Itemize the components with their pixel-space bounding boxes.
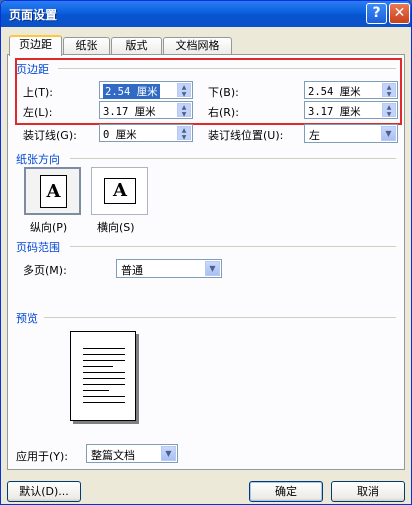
preview-group-label: 预览 [16, 312, 38, 325]
bottom-margin-spinner[interactable]: 2.54 厘米 ▲ ▼ [304, 81, 398, 99]
gutter-position-label: 装订线位置(U): [208, 129, 284, 142]
group-divider [70, 246, 396, 247]
chevron-down-icon[interactable]: ▼ [161, 446, 176, 461]
close-button[interactable]: ✕ [389, 3, 410, 24]
group-divider [70, 158, 396, 159]
default-button[interactable]: 默认(D)... [7, 481, 81, 502]
top-margin-spinner[interactable]: 2.54 厘米 ▲ ▼ [99, 81, 193, 99]
left-margin-value[interactable]: 3.17 厘米 [103, 104, 156, 119]
top-margin-value[interactable]: 2.54 厘米 [103, 84, 160, 99]
page-setup-dialog: 页面设置 ? ✕ 页边距 纸张 版式 文档网格 页边距 上(T): 2.54 厘… [0, 0, 412, 505]
multiple-pages-select[interactable]: 普通 ▼ [116, 259, 222, 278]
preview-page [70, 331, 136, 421]
spinner-arrows-icon[interactable]: ▲ ▼ [382, 103, 396, 118]
portrait-page-icon: A [40, 175, 67, 208]
top-margin-label: 上(T): [23, 86, 54, 99]
multiple-pages-value: 普通 [121, 264, 143, 277]
left-margin-spinner[interactable]: 3.17 厘米 ▲ ▼ [99, 101, 193, 119]
spinner-arrows-icon[interactable]: ▲ ▼ [177, 103, 191, 118]
title-bar[interactable]: 页面设置 ? ✕ [1, 1, 411, 27]
group-divider [44, 317, 396, 318]
gutter-value[interactable]: 0 厘米 [103, 127, 137, 142]
cancel-button[interactable]: 取消 [331, 481, 405, 502]
multiple-pages-label: 多页(M): [23, 264, 67, 277]
tab-paper[interactable]: 纸张 [63, 37, 110, 55]
orientation-group-label: 纸张方向 [16, 153, 60, 166]
portrait-button[interactable]: A [24, 167, 81, 215]
portrait-label[interactable]: 纵向(P) [30, 219, 67, 235]
landscape-label[interactable]: 横向(S) [97, 219, 135, 235]
pages-group-label: 页码范围 [16, 241, 60, 254]
bottom-margin-value[interactable]: 2.54 厘米 [308, 84, 361, 99]
spinner-arrows-icon[interactable]: ▲ ▼ [382, 83, 396, 98]
tab-layout[interactable]: 版式 [111, 37, 162, 55]
apply-to-label: 应用于(Y): [16, 450, 69, 463]
gutter-spinner[interactable]: 0 厘米 ▲ ▼ [99, 124, 193, 142]
landscape-button[interactable]: A [91, 167, 148, 215]
tab-document-grid[interactable]: 文档网格 [163, 37, 232, 55]
gutter-position-select[interactable]: 左 ▼ [304, 124, 398, 143]
tab-margins[interactable]: 页边距 [9, 35, 62, 56]
help-button[interactable]: ? [366, 3, 387, 24]
landscape-page-icon: A [104, 178, 136, 204]
spinner-arrows-icon[interactable]: ▲ ▼ [177, 83, 191, 98]
right-margin-label: 右(R): [208, 106, 239, 119]
apply-to-select[interactable]: 整篇文档 ▼ [86, 444, 178, 463]
margins-group-label: 页边距 [16, 63, 49, 76]
right-margin-value[interactable]: 3.17 厘米 [308, 104, 361, 119]
tab-panel-margins: 页边距 上(T): 2.54 厘米 ▲ ▼ 下(B): 2.54 厘米 ▲ ▼ 左(… [7, 54, 405, 470]
bottom-margin-label: 下(B): [208, 86, 239, 99]
gutter-position-value: 左 [309, 129, 320, 142]
apply-to-value: 整篇文档 [91, 449, 135, 462]
right-margin-spinner[interactable]: 3.17 厘米 ▲ ▼ [304, 101, 398, 119]
group-divider [58, 68, 396, 69]
chevron-down-icon[interactable]: ▼ [205, 261, 220, 276]
ok-button[interactable]: 确定 [249, 481, 323, 502]
spinner-arrows-icon[interactable]: ▲ ▼ [177, 126, 191, 141]
window-title: 页面设置 [9, 8, 58, 22]
left-margin-label: 左(L): [23, 106, 53, 119]
chevron-down-icon[interactable]: ▼ [381, 126, 396, 141]
gutter-label: 装订线(G): [23, 129, 77, 142]
